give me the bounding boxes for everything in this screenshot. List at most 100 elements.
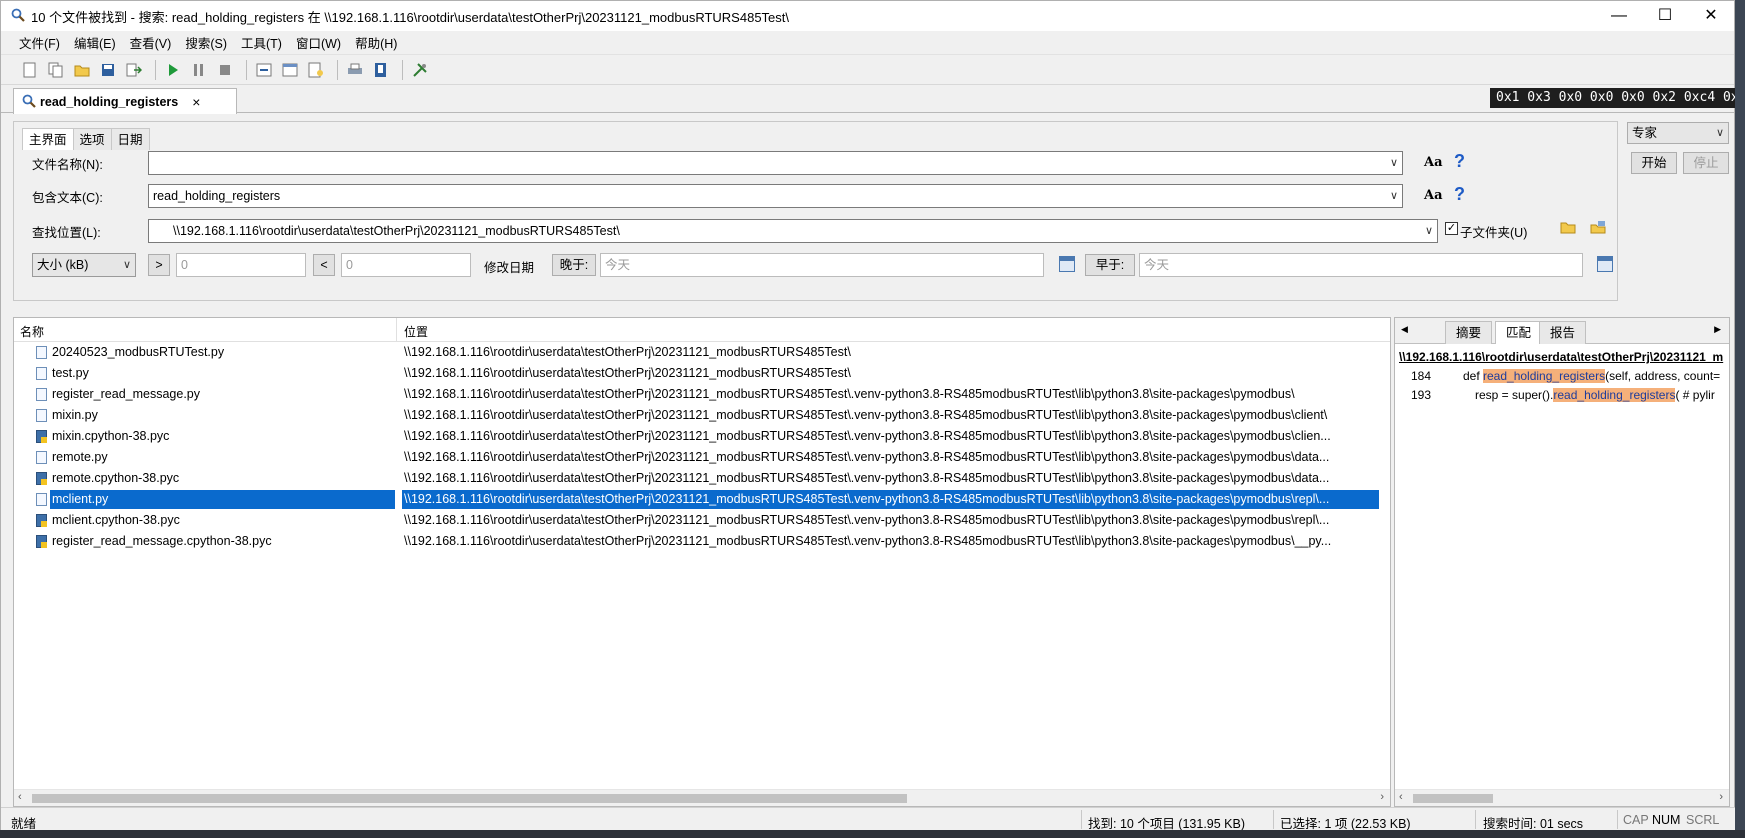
contains-value: read_holding_registers (153, 189, 281, 203)
column-location-header[interactable]: 位置 (404, 323, 428, 340)
table-row[interactable]: test.py \\192.168.1.116\rootdir\userdata\… (14, 363, 1390, 384)
table-row[interactable]: 20240523_modbusRTUTest.py \\192.168.1.116… (14, 342, 1390, 363)
tab-scroll-right-icon[interactable]: ▶ (1714, 324, 1721, 335)
menu-window[interactable]: 窗口(W) (296, 33, 341, 52)
python-file-icon (36, 367, 47, 380)
browse-folder-icon[interactable] (1560, 220, 1576, 237)
tab-label: read_holding_registers (40, 94, 179, 109)
contains-text-input[interactable]: read_holding_registers ∨ (148, 184, 1403, 208)
table-row[interactable]: mixin.py \\192.168.1.116\rootdir\userdata… (14, 405, 1390, 426)
menu-help[interactable]: 帮助(H) (355, 33, 397, 52)
scrollbar-thumb[interactable] (1413, 794, 1493, 803)
earlier-than-input[interactable]: 今天 (1139, 253, 1583, 277)
search-icon (22, 94, 36, 111)
book-icon[interactable] (370, 59, 392, 81)
table-row[interactable]: mclient.py \\192.168.1.116\rootdir\userda… (14, 489, 1390, 510)
table-row[interactable]: mixin.cpython-38.pyc \\192.168.1.116\root… (14, 426, 1390, 447)
maximize-button[interactable]: ☐ (1642, 1, 1688, 31)
table-row[interactable]: register_read_message.cpython-38.pyc \\19… (14, 531, 1390, 552)
less-than-button[interactable]: < (313, 254, 335, 276)
help-icon[interactable]: ? (1454, 184, 1465, 205)
tab-scroll-left-icon[interactable]: ◀ (1401, 324, 1408, 335)
tab-matches[interactable]: 匹配 (1495, 321, 1543, 344)
greater-than-button[interactable]: > (148, 254, 170, 276)
chevron-down-icon[interactable]: ∨ (1425, 220, 1433, 242)
copy-icon[interactable] (45, 59, 67, 81)
close-tab-icon[interactable]: × (192, 94, 200, 110)
stop-icon[interactable] (214, 59, 236, 81)
status-divider (1273, 810, 1274, 829)
new-file-icon[interactable] (19, 59, 41, 81)
menu-file[interactable]: 文件(F) (19, 33, 60, 52)
start-button[interactable]: 开始 (1631, 152, 1677, 174)
filename-input[interactable]: ∨ (148, 151, 1403, 175)
open-folder-icon[interactable] (71, 59, 93, 81)
location-input[interactable]: \\192.168.1.116\rootdir\userdata\testOth… (148, 219, 1438, 243)
scroll-left-icon[interactable]: ‹ (1399, 791, 1403, 803)
scroll-right-icon[interactable]: › (1380, 791, 1384, 803)
play-icon[interactable] (162, 59, 184, 81)
calendar-icon[interactable] (1059, 256, 1075, 272)
tab-main[interactable]: 主界面 (22, 128, 74, 150)
chevron-down-icon[interactable]: ∨ (1390, 152, 1398, 174)
size-max-input[interactable]: 0 (341, 253, 471, 277)
file-name: register_read_message.cpython-38.pyc (52, 534, 272, 548)
horizontal-scrollbar[interactable]: ‹ › (1395, 789, 1729, 806)
list-icon[interactable] (305, 59, 327, 81)
close-button[interactable]: ✕ (1688, 1, 1734, 31)
save-icon[interactable] (97, 59, 119, 81)
help-icon[interactable]: ? (1454, 151, 1465, 172)
tab-date[interactable]: 日期 (110, 128, 150, 150)
match-line[interactable]: 184 def read_holding_registers(self, add… (1395, 369, 1729, 387)
scroll-left-icon[interactable]: ‹ (18, 791, 22, 803)
mode-select[interactable]: 专家 ∨ (1627, 122, 1729, 144)
title-bar: 10 个文件被找到 - 搜索: read_holding_registers 在… (1, 1, 1734, 31)
scrollbar-thumb[interactable] (32, 794, 907, 803)
later-than-input[interactable]: 今天 (600, 253, 1044, 277)
table-row[interactable]: mclient.cpython-38.pyc \\192.168.1.116\ro… (14, 510, 1390, 531)
window-icon[interactable] (279, 59, 301, 81)
match-suffix: ( # pylir (1675, 388, 1715, 402)
tools-icon[interactable] (409, 59, 431, 81)
horizontal-scrollbar[interactable]: ‹ › (14, 789, 1390, 806)
print-icon[interactable] (344, 59, 366, 81)
menu-tools[interactable]: 工具(T) (241, 33, 282, 52)
tab-report[interactable]: 报告 (1539, 321, 1587, 344)
detail-pane: ◀ 摘要 匹配 报告 ▶ \\192.168.1.116\rootdir\use… (1394, 317, 1730, 807)
menu-edit[interactable]: 编辑(E) (74, 33, 116, 52)
file-location: \\192.168.1.116\rootdir\userdata\testOth… (404, 471, 1330, 485)
match-prefix: def (1463, 369, 1484, 383)
size-unit-select[interactable]: 大小 (kB) ∨ (32, 253, 136, 277)
tab-read-holding-registers[interactable]: read_holding_registers × (13, 88, 237, 114)
file-location: \\192.168.1.116\rootdir\userdata\testOth… (404, 534, 1332, 548)
refresh-icon[interactable] (253, 59, 275, 81)
case-sensitive-icon[interactable]: Aa (1424, 188, 1443, 203)
calendar-icon[interactable] (1597, 256, 1613, 272)
table-row[interactable]: remote.cpython-38.pyc \\192.168.1.116\roo… (14, 468, 1390, 489)
mode-value: 专家 (1632, 126, 1658, 140)
case-sensitive-icon[interactable]: Aa (1424, 155, 1443, 170)
chevron-down-icon: ∨ (122, 259, 131, 271)
menu-search[interactable]: 搜索(S) (185, 33, 227, 52)
later-than-button[interactable]: 晚于: (552, 254, 596, 276)
match-line[interactable]: 193 resp = super().read_holding_register… (1395, 388, 1729, 406)
menu-bar: 文件(F) 编辑(E) 查看(V) 搜索(S) 工具(T) 窗口(W) 帮助(H… (1, 31, 1734, 55)
subfolder-checkbox[interactable]: ✓ (1445, 222, 1458, 235)
minimize-button[interactable]: — (1596, 1, 1642, 31)
pause-icon[interactable] (188, 59, 210, 81)
column-divider[interactable] (396, 318, 397, 342)
table-row[interactable]: remote.py \\192.168.1.116\rootdir\userdat… (14, 447, 1390, 468)
table-row[interactable]: register_read_message.py \\192.168.1.116\… (14, 384, 1390, 405)
modified-date-label: 修改日期 (484, 261, 535, 275)
size-min-input[interactable]: 0 (176, 253, 306, 277)
tab-summary[interactable]: 摘要 (1445, 321, 1493, 344)
column-name-header[interactable]: 名称 (20, 323, 44, 340)
export-icon[interactable] (123, 59, 145, 81)
scroll-right-icon[interactable]: › (1719, 791, 1723, 803)
menu-view[interactable]: 查看(V) (130, 33, 172, 52)
earlier-than-button[interactable]: 早于: (1085, 254, 1135, 276)
tab-options[interactable]: 选项 (72, 128, 112, 150)
chevron-down-icon[interactable]: ∨ (1390, 185, 1398, 207)
stop-button[interactable]: 停止 (1683, 152, 1729, 174)
multi-folder-icon[interactable] (1590, 220, 1606, 237)
